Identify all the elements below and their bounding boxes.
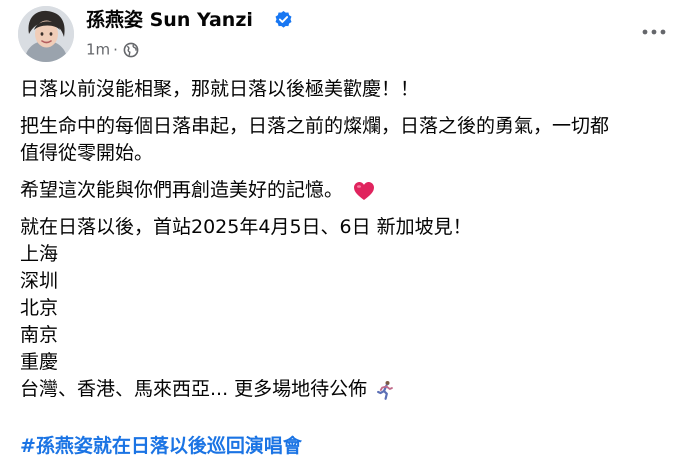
city-shanghai: 上海 bbox=[20, 243, 59, 265]
post-line-2b: 值得從零開始。 bbox=[20, 142, 154, 164]
post-line-4: 就在日落以後，首站2025年4月5日、6日 新加坡見！ bbox=[20, 216, 472, 238]
post-header: 孫燕姿 Sun Yanzi 1m · bbox=[18, 6, 678, 64]
post-meta: 1m · bbox=[86, 38, 139, 60]
post-line-2a: 把生命中的每個日落串起，日落之前的燦爛，日落之後的勇氣，一切都 bbox=[20, 115, 610, 137]
post-line-1: 日落以前沒能相聚，那就日落以後極美歡慶！！ bbox=[20, 78, 420, 100]
globe-icon[interactable] bbox=[123, 42, 139, 58]
verified-badge-icon bbox=[275, 10, 292, 28]
city-shenzhen: 深圳 bbox=[20, 270, 59, 292]
post-line-3-text: 希望這次能與你們再創造美好的記憶。 bbox=[20, 179, 344, 201]
heart-icon bbox=[354, 181, 375, 200]
author-name[interactable]: 孫燕姿 Sun Yanzi bbox=[86, 7, 253, 33]
post-line-last: 台灣、香港、馬來西亞... 更多場地待公佈 bbox=[20, 376, 682, 403]
more-horizontal-icon[interactable] bbox=[640, 24, 668, 40]
city-nanjing: 南京 bbox=[20, 324, 59, 346]
avatar[interactable] bbox=[18, 6, 74, 62]
meta-separator: · bbox=[113, 40, 118, 59]
post-line-3: 希望這次能與你們再創造美好的記憶。 bbox=[20, 177, 682, 204]
runner-icon bbox=[377, 380, 394, 400]
city-chongqing: 重慶 bbox=[20, 351, 59, 373]
post-body: 日落以前沒能相聚，那就日落以後極美歡慶！！ 把生命中的每個日落串起，日落之前的燦… bbox=[20, 76, 682, 403]
post-line-last-text: 台灣、香港、馬來西亞... 更多場地待公佈 bbox=[20, 378, 368, 400]
post-time[interactable]: 1m bbox=[86, 41, 110, 59]
city-beijing: 北京 bbox=[20, 297, 59, 319]
hashtag-link[interactable]: #孫燕姿就在日落以後巡回演唱會 bbox=[20, 432, 302, 460]
